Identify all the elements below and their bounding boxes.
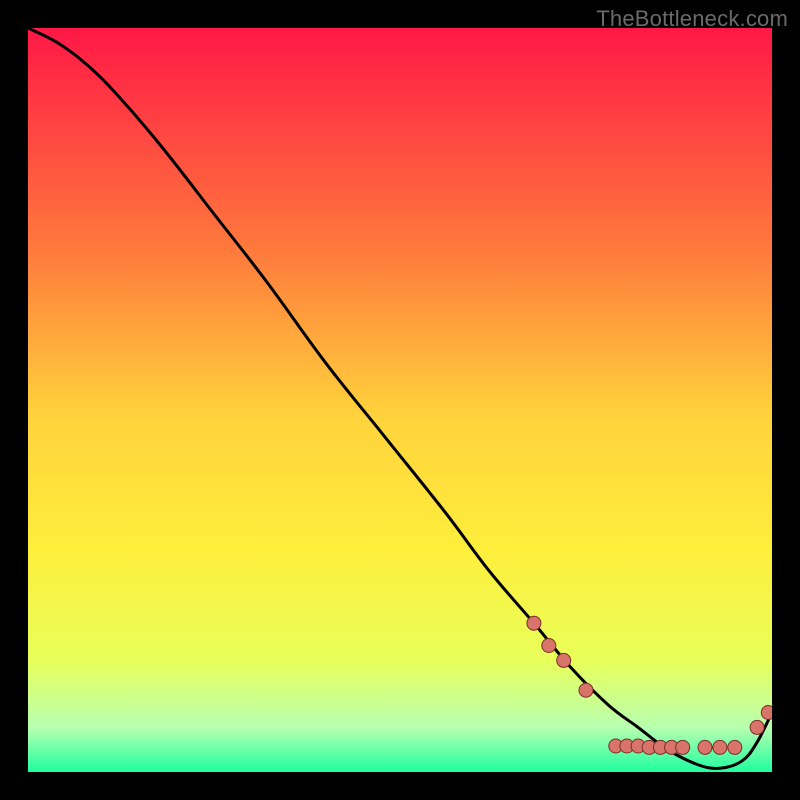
chart-svg xyxy=(28,28,772,772)
curve-marker xyxy=(542,639,556,653)
gradient-background xyxy=(28,28,772,772)
curve-marker xyxy=(527,616,541,630)
curve-marker xyxy=(713,740,727,754)
curve-marker xyxy=(579,683,593,697)
curve-marker xyxy=(728,740,742,754)
curve-marker xyxy=(557,653,571,667)
plot-area xyxy=(28,28,772,772)
curve-marker xyxy=(676,740,690,754)
curve-marker xyxy=(761,706,772,720)
curve-marker xyxy=(750,720,764,734)
chart-frame: TheBottleneck.com xyxy=(0,0,800,800)
curve-marker xyxy=(698,740,712,754)
